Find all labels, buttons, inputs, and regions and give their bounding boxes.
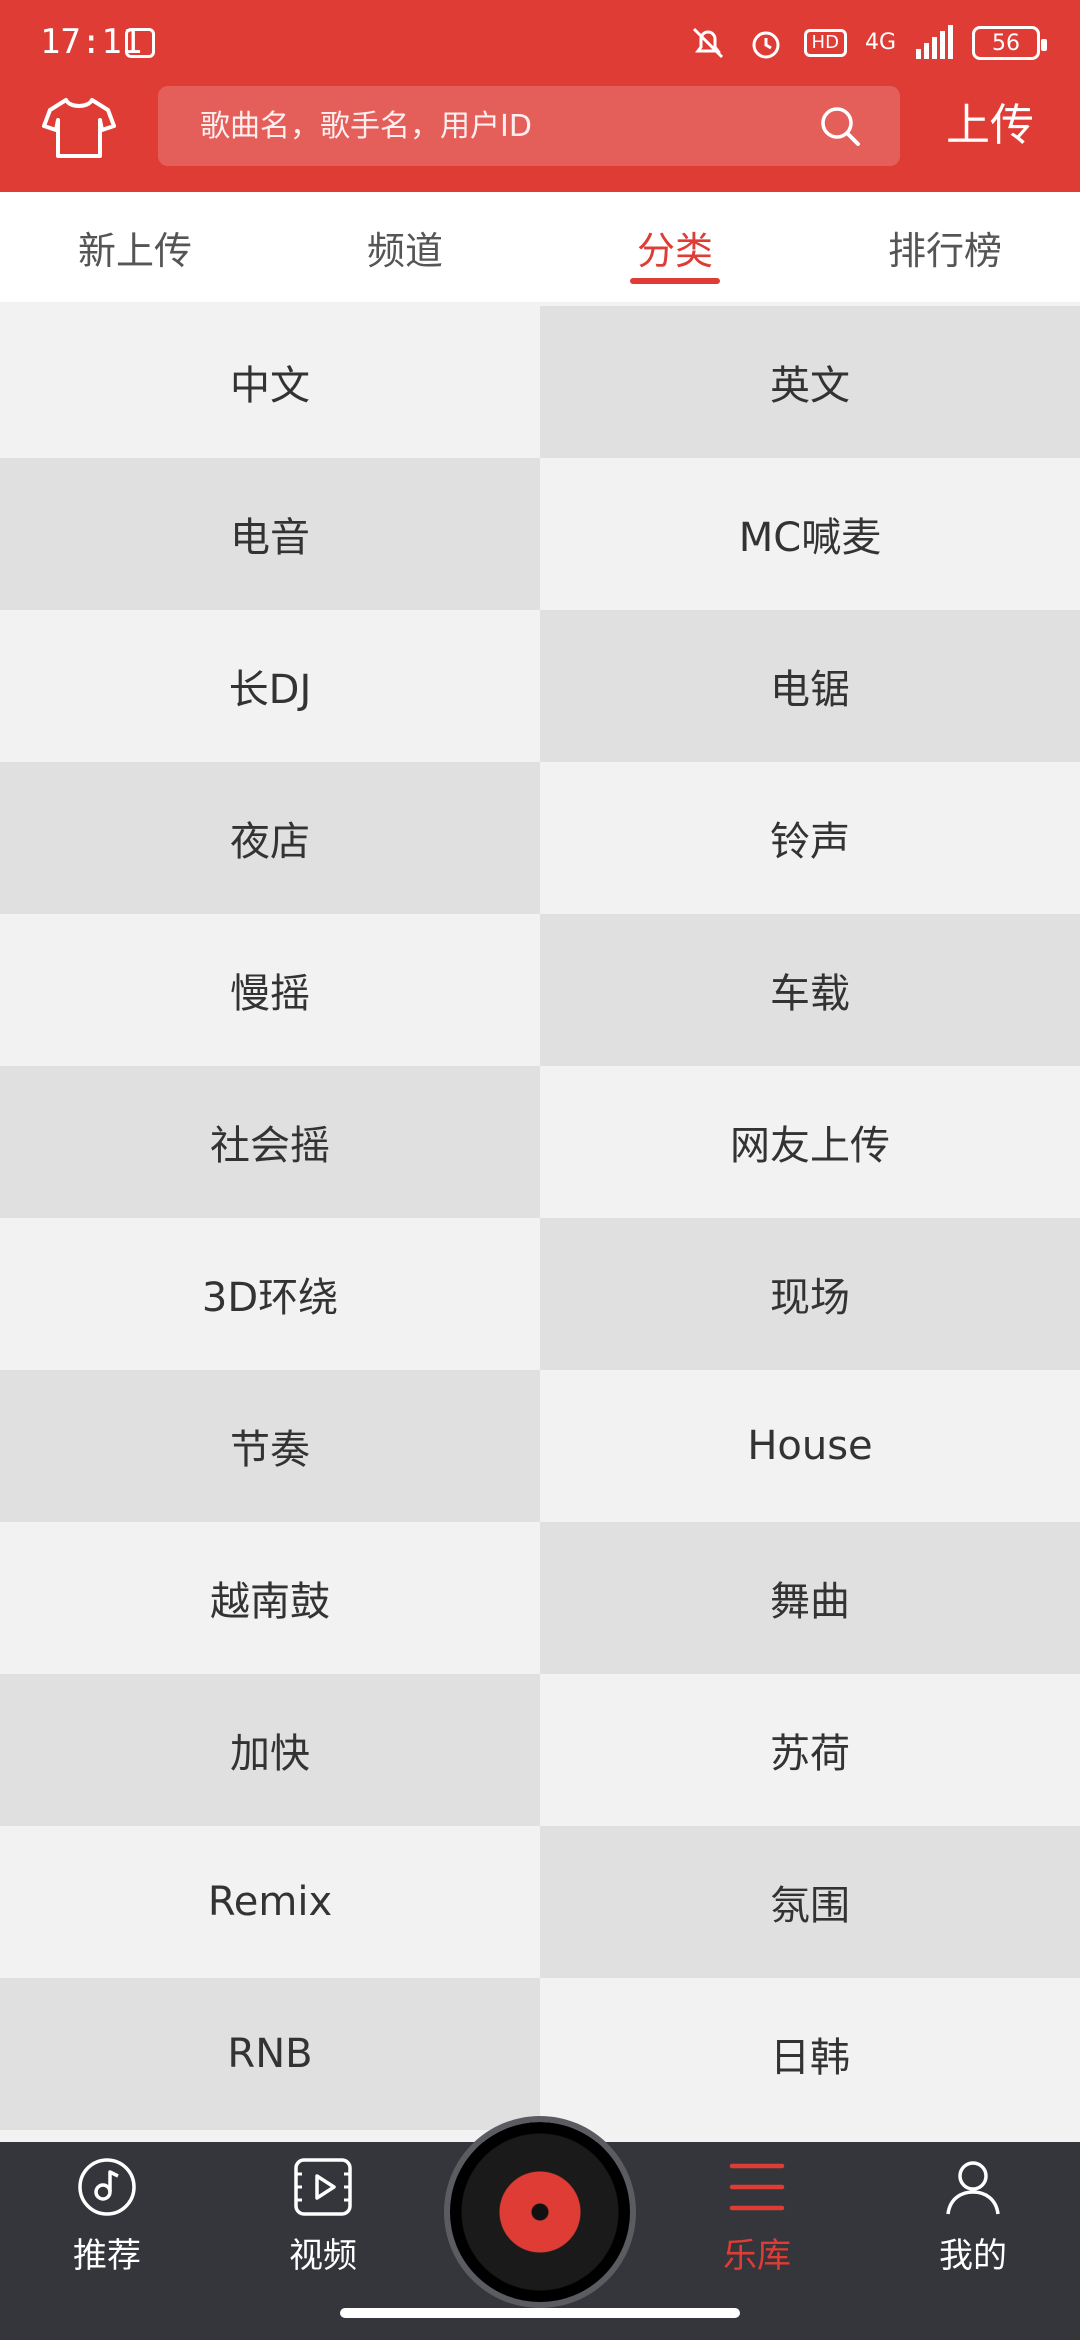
upload-button[interactable]: 上传 — [946, 96, 1034, 156]
music-note-icon — [78, 2158, 136, 2216]
status-bar: 17:11 HD 4G 56 — [0, 0, 1080, 86]
category-item[interactable]: 社会摇 — [0, 1066, 540, 1218]
category-item[interactable]: 长DJ — [0, 610, 540, 762]
hd-badge: HD — [803, 29, 847, 57]
nav-label: 推荐 — [73, 2236, 141, 2276]
category-item[interactable]: 苏荷 — [540, 1674, 1080, 1826]
category-item[interactable]: Remix — [0, 1826, 540, 1978]
category-item[interactable]: 网友上传 — [540, 1066, 1080, 1218]
home-indicator[interactable] — [340, 2308, 740, 2318]
category-item[interactable]: 节奏 — [0, 1370, 540, 1522]
category-item[interactable]: 英文 — [540, 306, 1080, 458]
category-item[interactable]: MC喊麦 — [540, 458, 1080, 610]
player-vinyl-button[interactable] — [450, 2122, 630, 2302]
category-item[interactable]: 日韩 — [540, 1978, 1080, 2130]
category-item[interactable]: 夜店 — [0, 762, 540, 914]
category-item[interactable]: 铃声 — [540, 762, 1080, 914]
search-icon[interactable] — [818, 104, 862, 148]
nav-label: 乐库 — [723, 2236, 791, 2276]
category-item[interactable]: 中文 — [0, 306, 540, 458]
category-item[interactable]: 加快 — [0, 1674, 540, 1826]
status-app-icon — [125, 28, 155, 58]
category-item[interactable]: 车载 — [540, 914, 1080, 1066]
status-icons: HD 4G 56 — [688, 20, 1047, 66]
category-item[interactable]: 电锯 — [540, 610, 1080, 762]
category-item[interactable]: 3D环绕 — [0, 1218, 540, 1370]
category-item[interactable]: 现场 — [540, 1218, 1080, 1370]
mute-bell-icon — [692, 27, 723, 59]
alarm-icon — [752, 31, 780, 59]
nav-video[interactable]: 视频 — [248, 2156, 398, 2306]
video-icon — [294, 2158, 352, 2216]
network-label: 4G — [864, 30, 896, 55]
category-item[interactable]: 越南鼓 — [0, 1522, 540, 1674]
app-header: 17:11 HD 4G 56 上传 — [0, 0, 1080, 192]
tab-ranking[interactable]: 排行榜 — [810, 192, 1080, 302]
nav-label: 视频 — [289, 2236, 357, 2276]
category-tabs: 新上传 频道 分类 排行榜 — [0, 192, 1080, 302]
category-item[interactable]: 电音 — [0, 458, 540, 610]
nav-mine[interactable]: 我的 — [898, 2156, 1048, 2306]
menu-icon — [729, 2163, 785, 2211]
category-item[interactable]: 氛围 — [540, 1826, 1080, 1978]
category-item[interactable]: 慢摇 — [0, 914, 540, 1066]
search-input[interactable] — [200, 106, 800, 146]
signal-icon — [916, 25, 953, 59]
tab-new-upload[interactable]: 新上传 — [0, 192, 270, 302]
nav-label: 我的 — [939, 2236, 1007, 2276]
tab-channel[interactable]: 频道 — [270, 192, 540, 302]
search-bar[interactable] — [158, 86, 900, 166]
category-item[interactable]: 舞曲 — [540, 1522, 1080, 1674]
category-grid: 中文 英文 电音 MC喊麦 长DJ 电锯 夜店 铃声 慢摇 车载 社会摇 网友上… — [0, 306, 1080, 2130]
tab-category[interactable]: 分类 — [540, 192, 810, 302]
battery-indicator: 56 — [972, 26, 1047, 60]
category-item[interactable]: House — [540, 1370, 1080, 1522]
category-item[interactable]: RNB — [0, 1978, 540, 2130]
nav-recommend[interactable]: 推荐 — [32, 2156, 182, 2306]
theme-shirt-icon[interactable] — [42, 96, 116, 160]
nav-library[interactable]: 乐库 — [682, 2156, 832, 2306]
user-icon — [946, 2161, 1000, 2215]
